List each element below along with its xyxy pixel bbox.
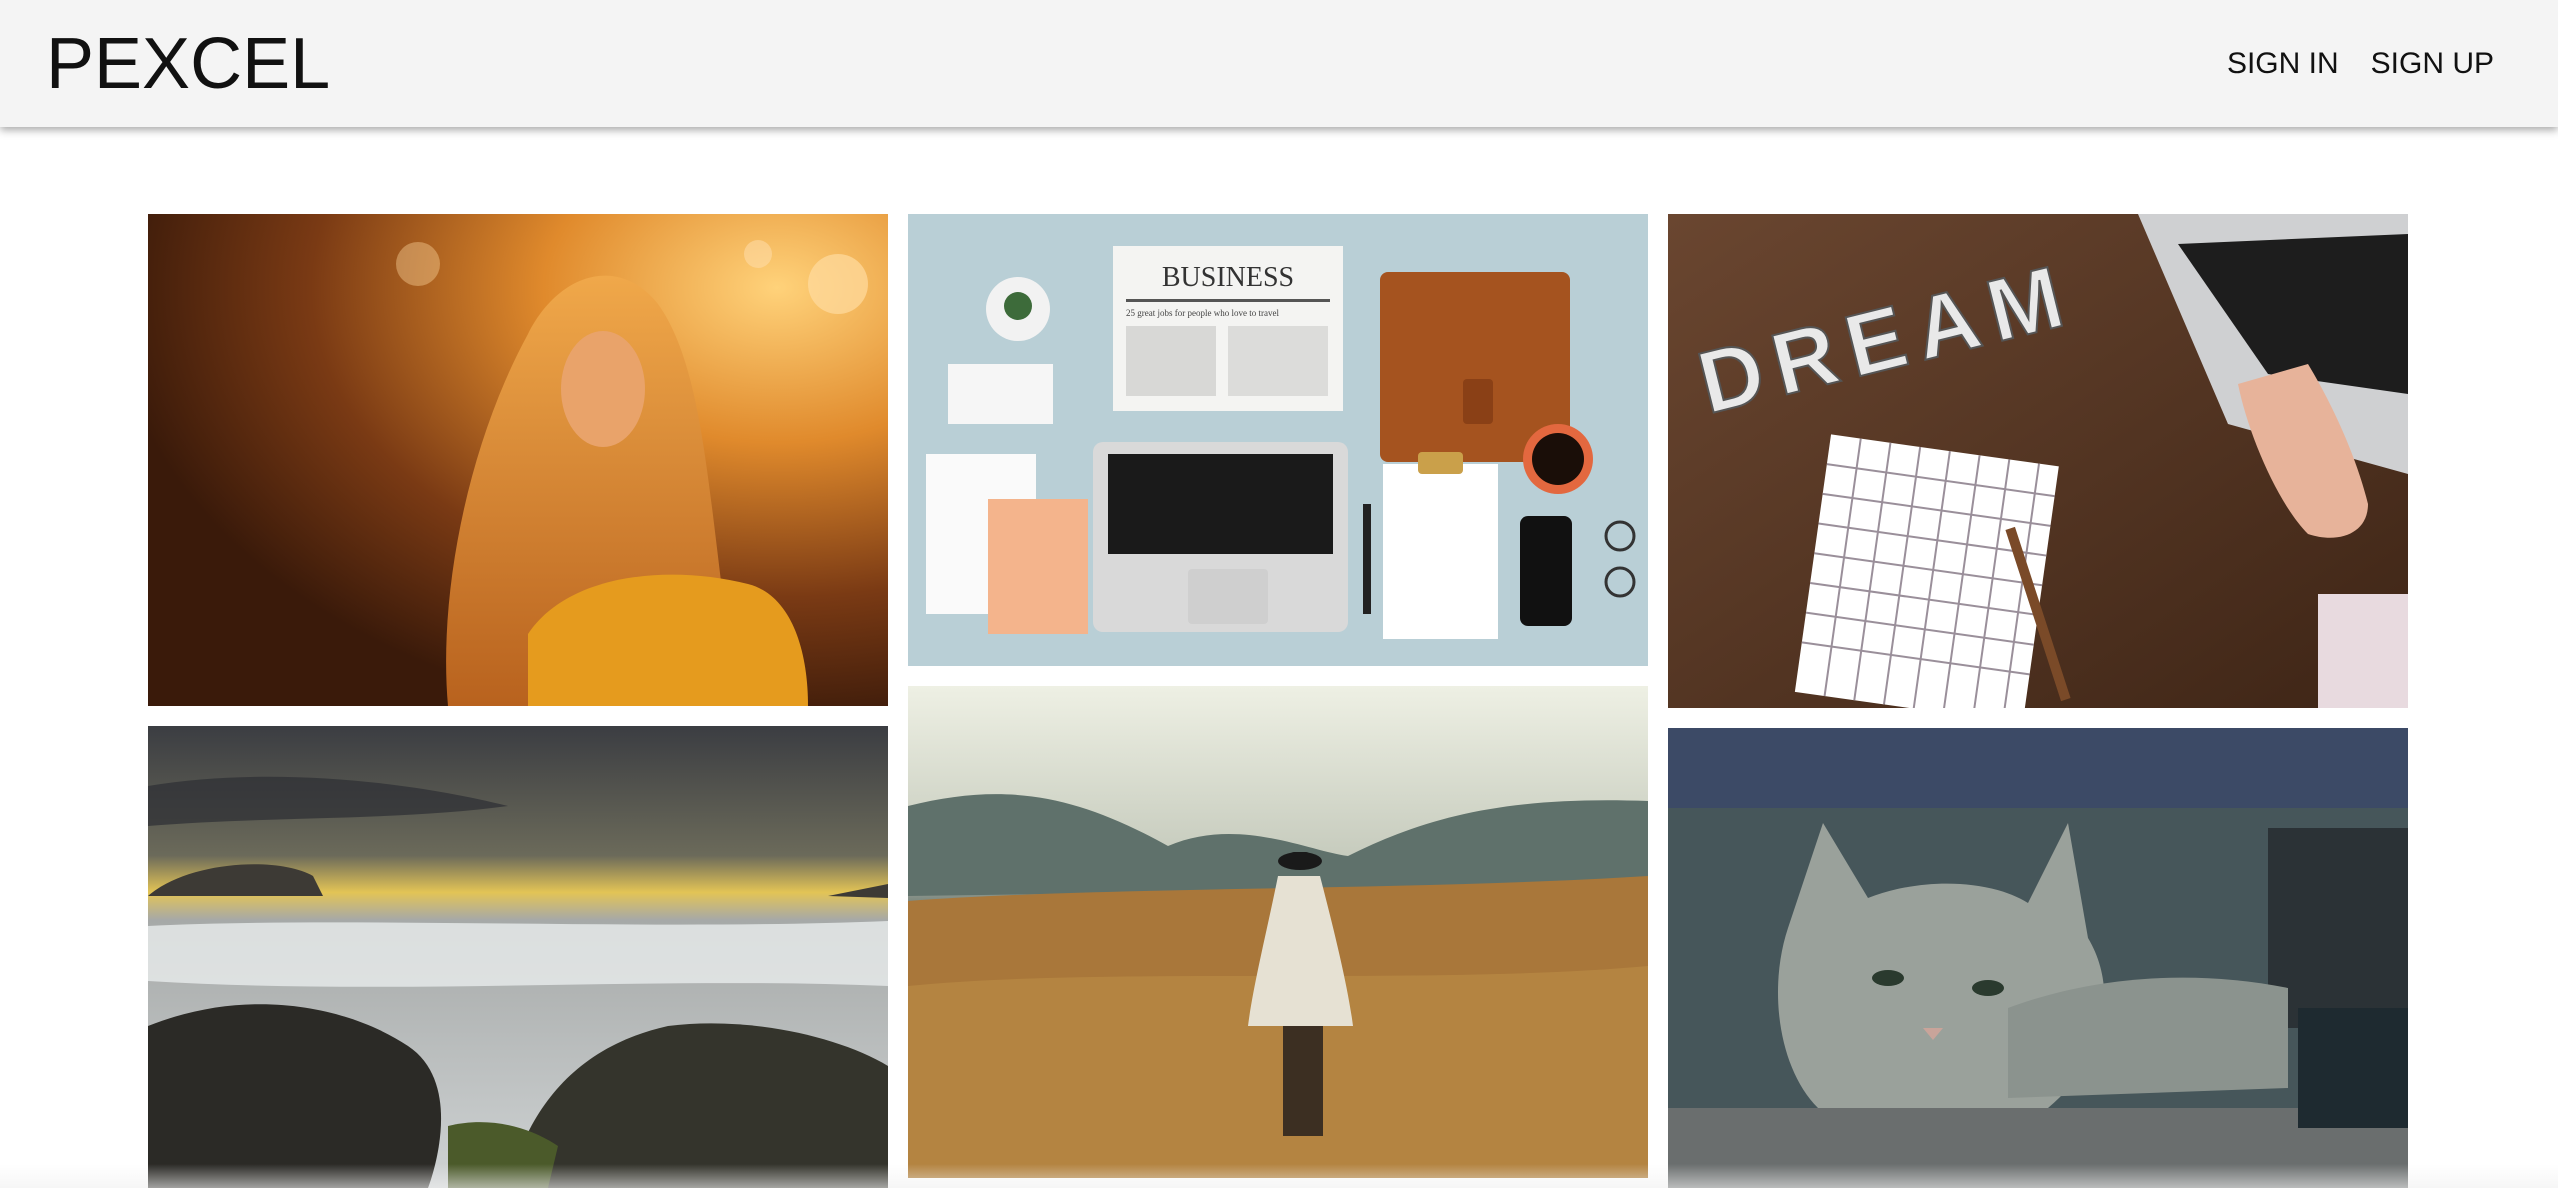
newspaper-headline: BUSINESS — [1162, 262, 1294, 293]
photo-business-desk[interactable]: BUSINESS 25 great jobs for people who lo… — [908, 214, 1648, 666]
photo-woman-sunset[interactable] — [148, 214, 888, 706]
photo-woman-field[interactable] — [908, 686, 1648, 1178]
site-logo[interactable]: PEXCEL — [46, 20, 330, 108]
top-navigation-bar: PEXCEL SIGN IN SIGN UP — [0, 0, 2558, 127]
photo-seascape[interactable] — [148, 726, 888, 1188]
auth-nav: SIGN IN SIGN UP — [2227, 38, 2494, 90]
photo-dream-desk[interactable]: DREAM — [1668, 214, 2408, 708]
photo-tabby-cat[interactable] — [1668, 728, 2408, 1188]
sign-in-link[interactable]: SIGN IN — [2227, 38, 2339, 90]
sign-up-link[interactable]: SIGN UP — [2371, 38, 2494, 90]
newspaper-subheadline: 25 great jobs for people who love to tra… — [1126, 308, 1279, 318]
bottom-scroll-fade — [0, 1164, 2558, 1188]
